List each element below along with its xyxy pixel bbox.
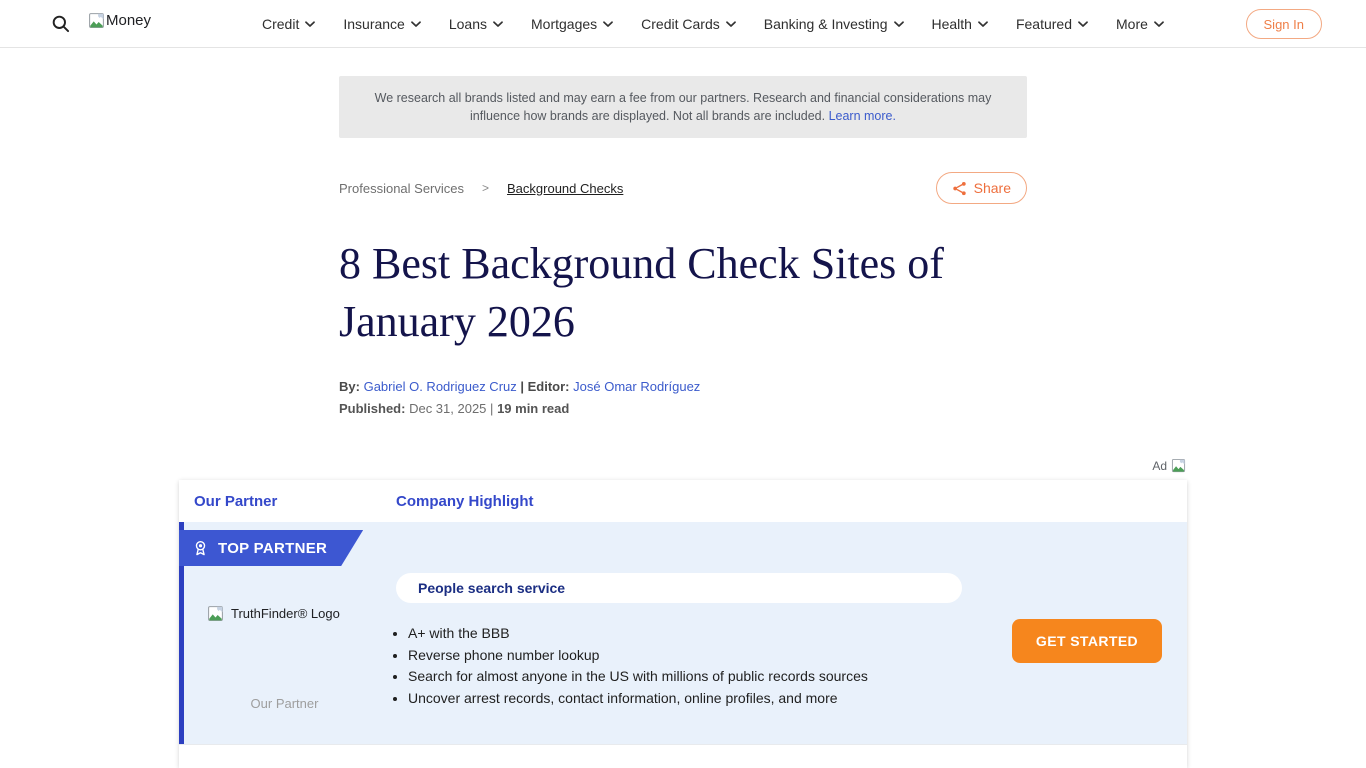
published-date: Dec 31, 2025: [409, 401, 486, 416]
learn-more-link[interactable]: Learn more.: [829, 109, 896, 123]
nav-label: Credit: [262, 16, 299, 32]
share-icon: [952, 181, 967, 196]
chevron-down-icon: [493, 21, 503, 28]
our-partner-caption: Our Partner: [179, 696, 390, 711]
breadcrumb-separator: >: [482, 181, 489, 195]
breadcrumb-current[interactable]: Background Checks: [507, 181, 623, 196]
disclosure-text: We research all brands listed and may ea…: [375, 91, 992, 123]
table-header-row: Our Partner Company Highlight: [179, 480, 1187, 522]
partner-logo[interactable]: TruthFinder® Logo: [207, 605, 340, 622]
top-partner-badge-label: TOP PARTNER: [218, 540, 327, 557]
chevron-down-icon: [411, 21, 421, 28]
nav-item-credit-cards[interactable]: Credit Cards: [641, 16, 736, 32]
nav-item-credit[interactable]: Credit: [262, 16, 315, 32]
article-column: We research all brands listed and may ea…: [339, 48, 1027, 420]
nav-label: Insurance: [343, 16, 404, 32]
nav-item-featured[interactable]: Featured: [1016, 16, 1088, 32]
get-started-button[interactable]: GET STARTED: [1012, 619, 1162, 663]
column-header-company-highlight: Company Highlight: [396, 493, 534, 510]
partner-logo-alt-text: TruthFinder® Logo: [231, 606, 340, 621]
highlight-bullet: Uncover arrest records, contact informat…: [408, 688, 991, 710]
chevron-down-icon: [305, 21, 315, 28]
nav-item-mortgages[interactable]: Mortgages: [531, 16, 613, 32]
published-line: Published: Dec 31, 2025 | 19 min read: [339, 398, 1027, 420]
partner-comparison-table: Our Partner Company Highlight TOP PARTNE…: [179, 480, 1187, 768]
ad-unit: Ad Our Partner Company Highlight TOP PAR…: [179, 458, 1187, 768]
logo-alt-text: Money: [106, 12, 151, 29]
nav-item-banking-investing[interactable]: Banking & Investing: [764, 16, 904, 32]
share-label: Share: [974, 180, 1011, 196]
nav-item-health[interactable]: Health: [932, 16, 988, 32]
published-label: Published:: [339, 401, 405, 416]
nav-label: Health: [932, 16, 972, 32]
nav-item-insurance[interactable]: Insurance: [343, 16, 420, 32]
highlight-bullet-list: A+ with the BBB Reverse phone number loo…: [391, 623, 991, 709]
pipe-separator: |: [490, 401, 493, 416]
search-icon[interactable]: [51, 14, 71, 34]
nav-label: Mortgages: [531, 16, 597, 32]
breadcrumb: Professional Services > Background Check…: [339, 172, 1027, 204]
nav-label: Loans: [449, 16, 487, 32]
byline: By: Gabriel O. Rodriguez Cruz | Editor: …: [339, 376, 1027, 398]
sign-in-button[interactable]: Sign In: [1246, 9, 1322, 39]
editor-label: | Editor:: [520, 379, 569, 394]
nav-label: Banking & Investing: [764, 16, 888, 32]
chevron-down-icon: [1154, 21, 1164, 28]
ad-label: Ad: [1152, 459, 1167, 473]
nav-label: Credit Cards: [641, 16, 720, 32]
next-partner-row-partial: [179, 744, 1187, 768]
chevron-down-icon: [1078, 21, 1088, 28]
highlight-bullet: Search for almost anyone in the US with …: [408, 666, 991, 688]
by-label: By:: [339, 379, 360, 394]
medal-icon: [193, 539, 208, 557]
nav-label: Featured: [1016, 16, 1072, 32]
main-nav: Credit Insurance Loans Mortgages Credit …: [262, 0, 1164, 48]
advertiser-disclosure: We research all brands listed and may ea…: [339, 76, 1027, 138]
page-title: 8 Best Background Check Sites of January…: [339, 235, 1027, 351]
nav-item-loans[interactable]: Loans: [449, 16, 503, 32]
highlight-bullet: Reverse phone number lookup: [408, 645, 991, 667]
broken-image-icon: [88, 12, 105, 29]
broken-image-icon: [1171, 458, 1186, 473]
top-partner-badge: TOP PARTNER: [179, 530, 363, 566]
top-partner-row: TOP PARTNER TruthFinder® Logo Our Partne…: [179, 522, 1187, 744]
nav-item-more[interactable]: More: [1116, 16, 1164, 32]
top-nav-bar: Money Credit Insurance Loans Mortgages C…: [0, 0, 1366, 48]
breadcrumb-parent[interactable]: Professional Services: [339, 181, 464, 196]
read-time: 19 min read: [497, 401, 569, 416]
broken-image-icon: [207, 605, 224, 622]
nav-label: More: [1116, 16, 1148, 32]
chevron-down-icon: [603, 21, 613, 28]
highlight-bullet: A+ with the BBB: [408, 623, 991, 645]
service-category-pill: People search service: [396, 573, 962, 603]
chevron-down-icon: [894, 21, 904, 28]
author-link[interactable]: Gabriel O. Rodriguez Cruz: [364, 379, 517, 394]
chevron-down-icon: [726, 21, 736, 28]
ad-label-row: Ad: [179, 458, 1187, 473]
chevron-down-icon: [978, 21, 988, 28]
share-button[interactable]: Share: [936, 172, 1027, 204]
page: Money Credit Insurance Loans Mortgages C…: [0, 0, 1366, 768]
money-logo[interactable]: Money: [88, 12, 151, 29]
column-header-our-partner: Our Partner: [179, 493, 396, 510]
editor-link[interactable]: José Omar Rodríguez: [573, 379, 700, 394]
